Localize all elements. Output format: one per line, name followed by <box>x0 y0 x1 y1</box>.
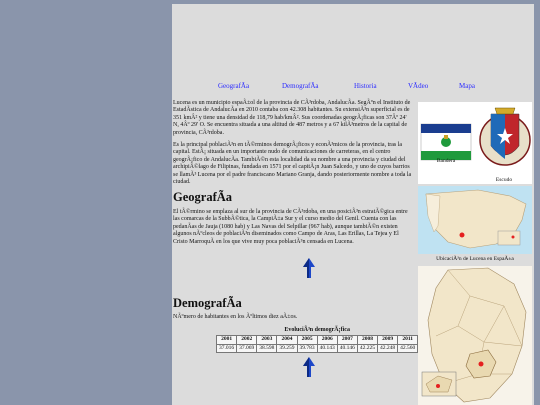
value-cell: 39.783 <box>296 343 318 353</box>
demografia-paragraph: NÃºmero de habitantes en los Ãºltimos di… <box>173 314 298 321</box>
value-cell: 38.598 <box>256 343 278 353</box>
value-cell: 42.248 <box>376 343 399 353</box>
intro-paragraph-1: Lucena es un municipio espaÃ±ol de la pr… <box>173 100 411 136</box>
nav-geografia-link[interactable]: GeografÃa <box>218 82 249 90</box>
spain-map[interactable] <box>418 186 532 254</box>
nav-mapa-link[interactable]: Mapa <box>459 82 475 90</box>
value-cell: 37.016 <box>215 343 238 353</box>
population-table-caption: EvoluciÃ³n demogrÃ¡fica <box>284 326 350 333</box>
year-cell: 2004 <box>276 335 298 345</box>
intro-paragraph-2: Es la principal poblaciÃ³n en tÃ©rminos … <box>173 142 412 186</box>
geografia-paragraph: El tÃ©rmino se emplaza al sur de la prov… <box>173 208 408 245</box>
spain-map-caption: UbicaciÃ³n de Lucena en EspaÃ±a <box>436 256 514 262</box>
table-row: 37.016 37.069 38.598 39.259 39.783 40.14… <box>215 343 419 353</box>
year-cell: 2006 <box>316 335 338 345</box>
year-cell: 2009 <box>376 335 399 345</box>
flag-and-shield <box>420 107 531 166</box>
year-cell: 2008 <box>356 335 379 345</box>
value-cell: 37.069 <box>236 343 258 353</box>
nav-demografia-link[interactable]: DemografÃa <box>282 82 319 90</box>
up-arrow-icon[interactable] <box>303 356 315 377</box>
value-cell: 40.143 <box>316 343 338 353</box>
province-map[interactable] <box>418 266 532 405</box>
value-cell: 42.225 <box>356 343 379 353</box>
geografia-heading: GeografÃa <box>173 190 233 205</box>
value-cell: 39.259 <box>276 343 298 353</box>
value-cell: 40.146 <box>336 343 358 353</box>
symbols-panel: Bandera Escudo <box>418 102 532 184</box>
year-cell: 2001 <box>215 335 238 345</box>
demografia-heading: DemografÃa <box>173 295 242 310</box>
spain-map-image <box>425 189 527 249</box>
province-map-image <box>421 267 527 403</box>
table-header-row: 2001 2002 2003 2004 2005 2006 2007 2008 … <box>215 335 419 345</box>
flag-caption: Bandera <box>436 158 456 164</box>
nav-historia-link[interactable]: Historia <box>354 82 377 90</box>
year-cell: 2011 <box>397 335 419 345</box>
year-cell: 2003 <box>256 335 278 345</box>
value-cell: 42.560 <box>397 343 419 353</box>
flag-icon <box>420 123 472 161</box>
year-cell: 2005 <box>296 335 318 345</box>
year-cell: 2002 <box>236 335 258 345</box>
sidebar: Bandera Escudo UbicaciÃ³n de Lucena en E… <box>418 100 534 405</box>
population-table: EvoluciÃ³n demogrÃ¡fica 2001 2002 2003 2… <box>215 326 419 353</box>
top-navigation: GeografÃa DemografÃa Historia VÃdeo Mapa <box>172 82 534 96</box>
shield-caption: Escudo <box>495 177 513 183</box>
year-cell: 2007 <box>336 335 358 345</box>
shield-icon <box>479 107 531 166</box>
main-page: GeografÃa DemografÃa Historia VÃdeo Mapa… <box>172 4 534 405</box>
article-content: Lucena es un municipio espaÃ±ol de la pr… <box>172 100 419 399</box>
up-arrow-icon[interactable] <box>303 257 315 278</box>
nav-video-link[interactable]: VÃdeo <box>408 82 428 90</box>
